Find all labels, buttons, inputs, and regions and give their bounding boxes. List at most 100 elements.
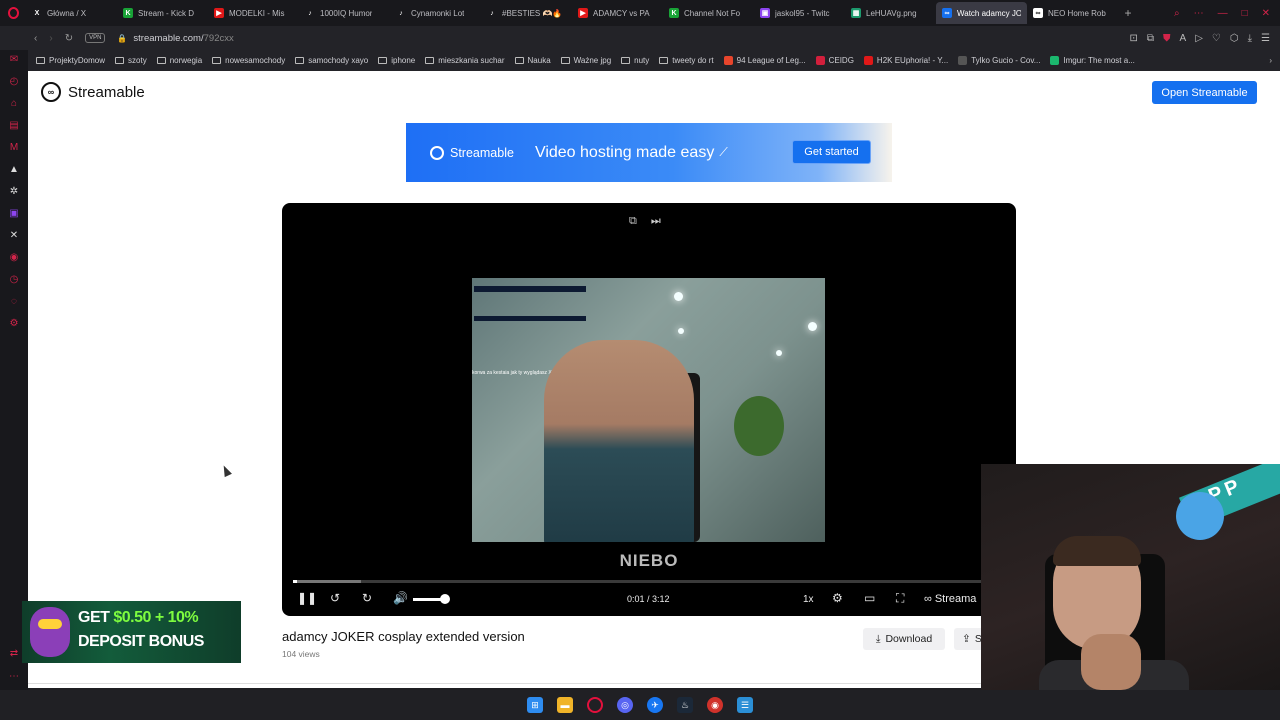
forward-icon[interactable]: › xyxy=(49,33,52,44)
bookmark-item[interactable]: szoty xyxy=(115,56,147,65)
tab-6[interactable]: ▶ ADAMCY vs PA xyxy=(572,2,663,24)
bookmark-item[interactable]: Imgur: The most a... xyxy=(1050,56,1135,65)
bookmark-item[interactable]: mieszkania suchar xyxy=(425,56,505,65)
player-icon[interactable]: ▷ xyxy=(1195,33,1203,44)
speed-button[interactable]: 1x xyxy=(803,594,814,605)
bookmark-item[interactable]: ProjektyDomow xyxy=(36,56,105,65)
tab-5[interactable]: ♪ #BESTIES 🫶🏻🔥 xyxy=(481,2,572,24)
video-frame[interactable]: korwa za kestaia jak ty wyglądasz XD xyxy=(472,278,825,542)
bookmark-item[interactable]: 94 League of Leg... xyxy=(723,56,806,65)
mail-icon[interactable]: ✉ xyxy=(9,54,20,65)
file-explorer-icon[interactable]: ▬ xyxy=(557,697,573,713)
taskbar: ⊞ ▬ ◎ ✈ ♨ ◉ ☰ xyxy=(0,690,1280,720)
opera-taskbar-icon[interactable] xyxy=(587,697,603,713)
speed-dial-icon[interactable]: ◴ xyxy=(9,76,20,87)
bookmarks-overflow-icon[interactable]: › xyxy=(1269,56,1280,65)
vpn-badge[interactable]: VPN xyxy=(85,33,106,43)
rewind-icon[interactable]: ↺ xyxy=(330,591,340,605)
opera-logo-icon[interactable] xyxy=(0,0,26,26)
promo-banner[interactable]: Streamable Video hosting made easy ⟋ Get… xyxy=(406,123,892,182)
bookmark-item[interactable]: Tylko Gucio - Cov... xyxy=(958,56,1040,65)
volume-icon[interactable]: 🔊 xyxy=(393,591,408,605)
bookmark-item[interactable]: norwegia xyxy=(156,56,202,65)
home-icon[interactable]: ⌂ xyxy=(9,98,20,109)
obs-icon[interactable]: ◉ xyxy=(707,697,723,713)
pause-icon[interactable]: ❚❚ xyxy=(297,591,317,605)
bookmark-item[interactable]: nowesamochody xyxy=(212,56,285,65)
bookmark-item[interactable]: H2K EUphoria! - Y... xyxy=(863,56,948,65)
open-streamable-button[interactable]: Open Streamable xyxy=(1152,81,1257,104)
get-started-button[interactable]: Get started xyxy=(792,140,871,164)
volume-knob[interactable] xyxy=(440,594,450,604)
tab-0[interactable]: X Główna / X xyxy=(26,2,117,24)
popout-icon[interactable]: ⧉ xyxy=(629,215,637,228)
messenger-taskbar-icon[interactable]: ✈ xyxy=(647,697,663,713)
downloads-icon[interactable]: ⤓ xyxy=(1248,33,1252,44)
tab-4[interactable]: ♪ Cynamonki Lot xyxy=(390,2,481,24)
tab-11[interactable]: ∞ NEO Home Rob xyxy=(1027,2,1118,24)
skip-next-icon[interactable]: ⏭ xyxy=(651,215,661,228)
player-sidebar-icon[interactable]: ◉ xyxy=(9,252,20,263)
twitch-icon[interactable]: ▣ xyxy=(9,208,20,219)
tab-2[interactable]: ▶ MODELKI - Mis xyxy=(208,2,299,24)
x-icon[interactable]: ✕ xyxy=(9,230,20,241)
snapshot-icon[interactable]: ⧉ xyxy=(1147,33,1154,44)
sidebar-setup-icon[interactable]: ⇄ xyxy=(9,648,20,659)
streamable-logo[interactable]: ∞ Streamable xyxy=(41,82,145,102)
bookmark-label: tweety do rt xyxy=(672,56,714,65)
url-field[interactable]: 🔒 streamable.com/792cxx xyxy=(117,33,233,44)
tab-7[interactable]: K Channel Not Fo xyxy=(663,2,754,24)
history-icon[interactable]: ◷ xyxy=(9,274,20,285)
folder-icon xyxy=(560,57,570,64)
bookmark-item[interactable]: CEIDG xyxy=(815,56,854,65)
new-tab-button[interactable]: + xyxy=(1118,6,1138,20)
tab-9[interactable]: ▦ LeHUAVg.png xyxy=(845,2,936,24)
player-brand[interactable]: ∞ Streama xyxy=(924,593,976,605)
translate-icon[interactable]: A xyxy=(1180,33,1187,44)
m-icon[interactable]: M xyxy=(9,142,20,153)
sidebar-more-icon[interactable]: ⋯ xyxy=(9,671,20,682)
notepad-icon[interactable]: ☰ xyxy=(737,697,753,713)
progress-bar[interactable] xyxy=(293,580,1005,583)
bookmark-item[interactable]: nuty xyxy=(621,56,649,65)
discord-icon[interactable]: ◎ xyxy=(617,697,633,713)
chatgpt-icon[interactable]: ✲ xyxy=(9,186,20,197)
windows-start-icon[interactable]: ⊞ xyxy=(527,697,543,713)
picture-in-picture-icon[interactable]: ▭ xyxy=(864,591,875,605)
tab-1[interactable]: K Stream - Kick D xyxy=(117,2,208,24)
heart-icon[interactable]: ♡ xyxy=(1212,33,1221,44)
minimize-button[interactable]: — xyxy=(1218,8,1228,19)
forward-icon[interactable]: ↻ xyxy=(362,591,372,605)
view-count: 104 views xyxy=(282,649,320,659)
extensions-icon[interactable]: ⬡ xyxy=(1230,33,1239,44)
video-player[interactable]: ⧉ ⏭ korwa za kestaia jak ty wyglądasz XD… xyxy=(282,203,1016,616)
close-button[interactable]: ✕ xyxy=(1262,8,1270,19)
reload-icon[interactable]: ↻ xyxy=(65,33,73,44)
easy-setup-icon[interactable]: ☰ xyxy=(1261,33,1270,44)
aria-icon[interactable]: ▲ xyxy=(9,164,20,175)
maximize-button[interactable]: □ xyxy=(1242,8,1248,19)
settings-gear-icon[interactable]: ⚙ xyxy=(832,591,843,605)
bookmark-item[interactable]: tweety do rt xyxy=(659,56,714,65)
tab-favicon-icon: ▶ xyxy=(578,8,588,18)
bookmark-item[interactable]: samochody xayo xyxy=(295,56,368,65)
back-icon[interactable]: ‹ xyxy=(34,33,37,44)
messenger-icon[interactable]: ▤ xyxy=(9,120,20,131)
player-controls: ❚❚ ↺ ↻ 🔊 0:01 / 3:12 1x ⚙ ▭ ⛶ ∞ Streama xyxy=(282,588,1016,612)
settings-icon[interactable]: ⚙ xyxy=(9,318,20,329)
bookmark-item[interactable]: Ważne jpg xyxy=(560,56,611,65)
bookmark-item[interactable]: Nauka xyxy=(514,56,551,65)
download-button[interactable]: ⤓ Download xyxy=(863,628,945,650)
tab-10[interactable]: ∞ Watch adamcy JOKER xyxy=(936,2,1027,24)
search-tabs-icon[interactable]: ⌕ xyxy=(1174,8,1180,19)
steam-icon[interactable]: ♨ xyxy=(677,697,693,713)
tab-8[interactable]: ▣ jaskol95 - Twitc xyxy=(754,2,845,24)
bookmark-item[interactable]: iphone xyxy=(378,56,415,65)
casino-ad-overlay[interactable]: GET $0.50 + 10% DEPOSIT BONUS xyxy=(22,601,241,663)
fullscreen-icon[interactable]: ⛶ xyxy=(896,591,904,606)
shield-icon[interactable]: ⛊ xyxy=(1163,33,1171,44)
tab-3[interactable]: ♪ 1000IQ Humor xyxy=(299,2,390,24)
menu-icon[interactable]: ⋯ xyxy=(1194,8,1204,19)
bookmark-icon[interactable]: ⊡ xyxy=(1130,33,1138,44)
chat-icon[interactable]: ◌ xyxy=(9,296,20,307)
